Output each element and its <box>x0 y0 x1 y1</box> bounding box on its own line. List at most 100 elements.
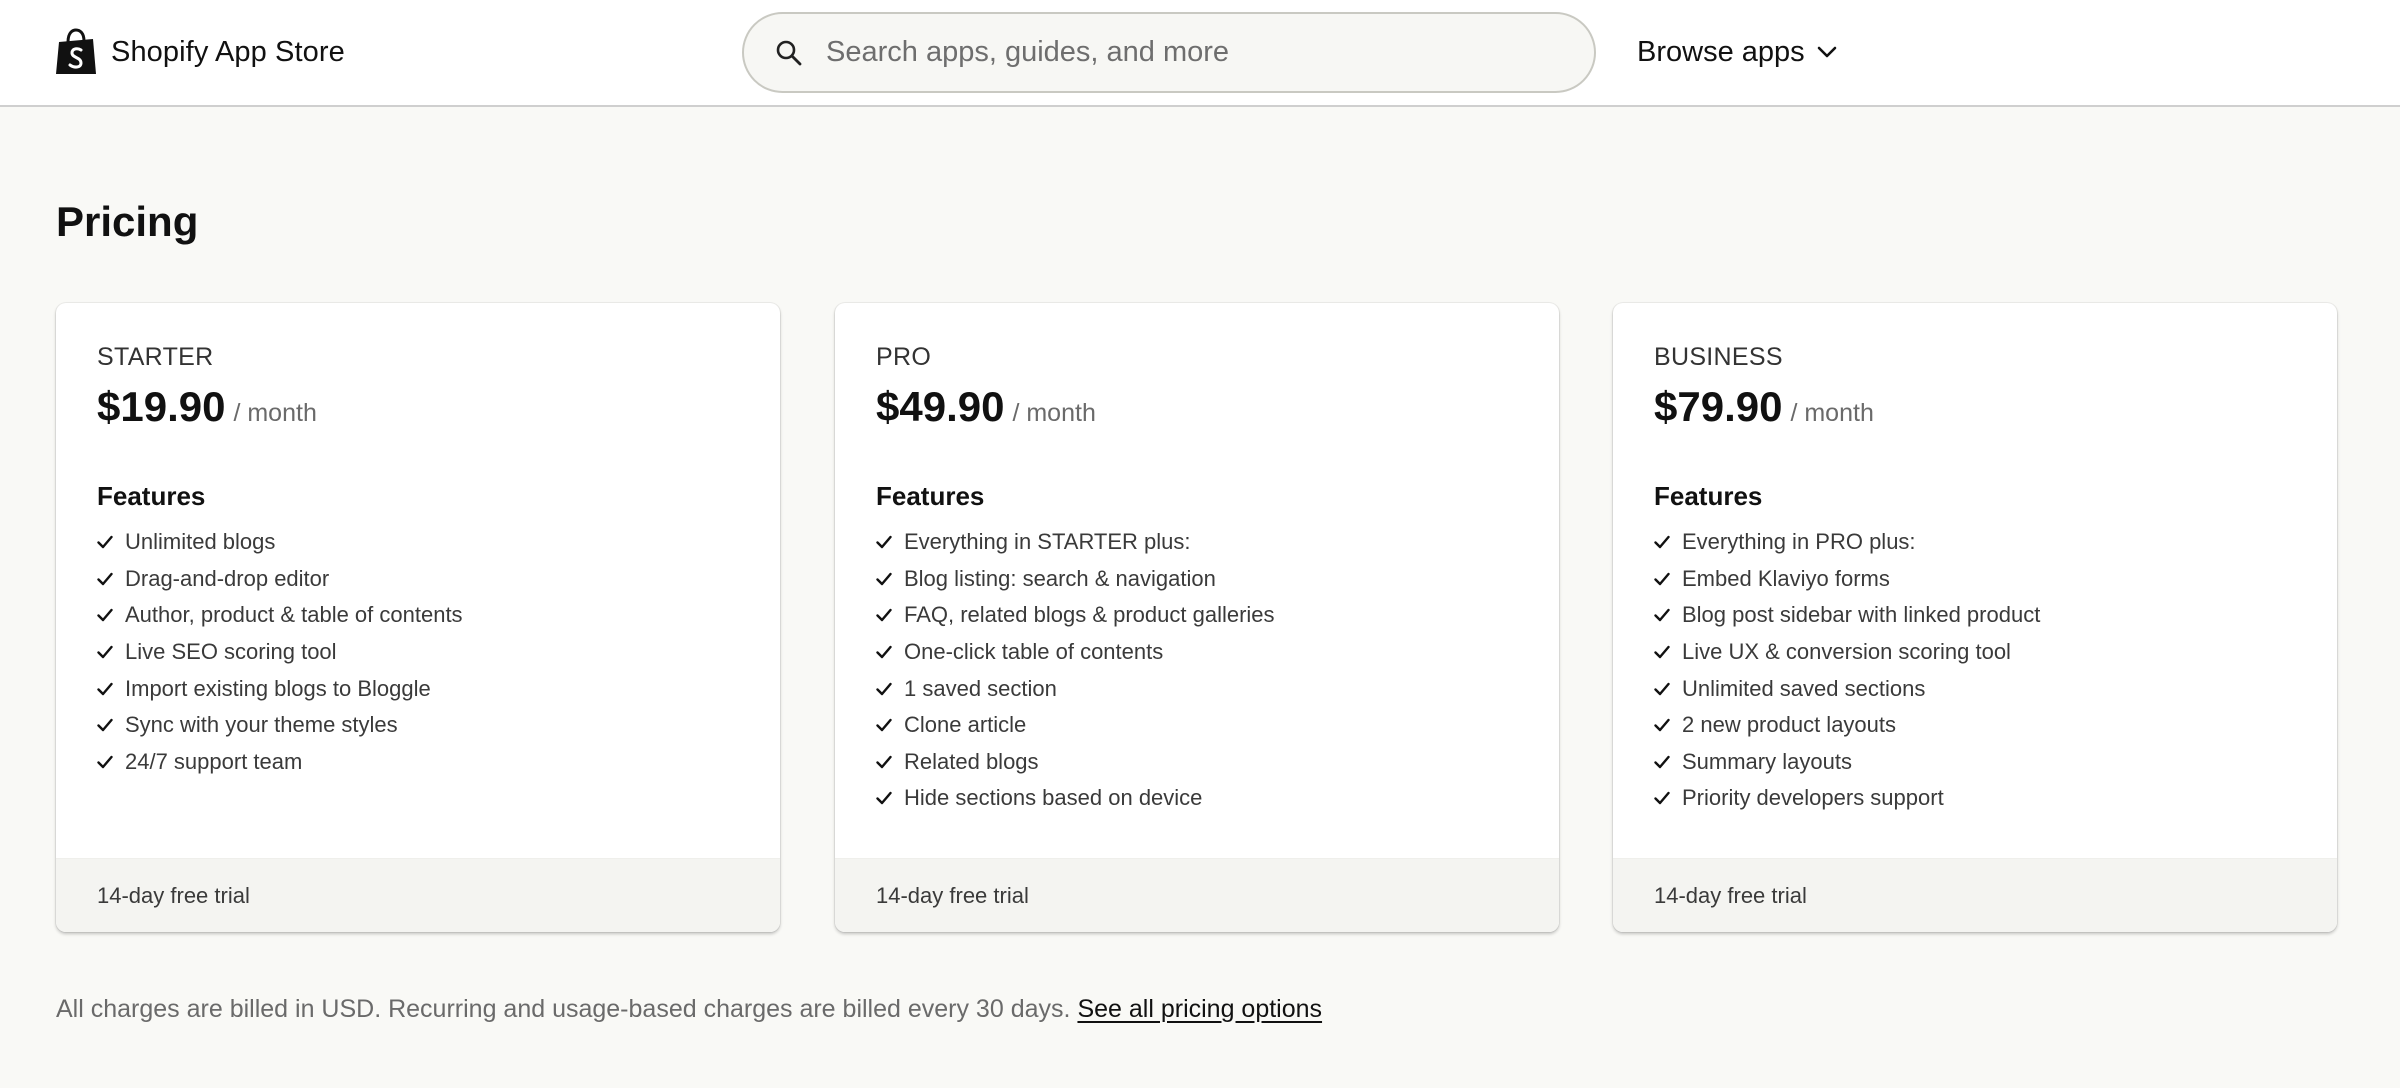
check-icon <box>97 755 113 769</box>
feature-item: Author, product & table of contents <box>97 597 750 634</box>
check-icon <box>1654 536 1670 549</box>
feature-list: Unlimited blogs Drag-and-drop editor Aut… <box>97 524 750 780</box>
feature-text: Unlimited blogs <box>125 529 276 555</box>
plan-name: BUSINESS <box>1654 343 1783 371</box>
feature-list: Everything in PRO plus: Embed Klaviyo fo… <box>1654 524 2307 817</box>
check-icon <box>1654 719 1670 732</box>
feature-text: Author, product & table of contents <box>125 602 463 628</box>
feature-text: Everything in PRO plus: <box>1682 529 1916 555</box>
check-icon <box>97 536 113 549</box>
feature-item: 24/7 support team <box>97 744 750 781</box>
features-heading: Features <box>1654 481 1763 511</box>
feature-item: Blog post sidebar with linked product <box>1654 597 2307 634</box>
feature-item: Unlimited saved sections <box>1654 670 2307 707</box>
features-heading: Features <box>876 481 985 511</box>
feature-item: Everything in PRO plus: <box>1654 524 2307 561</box>
check-icon <box>876 682 892 695</box>
brand-link[interactable]: Shopify App Store <box>55 26 345 78</box>
browse-apps-label: Browse apps <box>1637 35 1805 68</box>
price-row: $19.90 / month <box>97 383 750 431</box>
check-icon <box>1654 755 1670 769</box>
feature-text: Embed Klaviyo forms <box>1682 565 1890 591</box>
check-icon <box>97 719 113 732</box>
check-icon <box>876 572 892 586</box>
feature-text: Clone article <box>904 712 1027 738</box>
top-bar: Shopify App Store Browse apps <box>0 0 2400 107</box>
feature-item: Unlimited blogs <box>97 524 750 561</box>
feature-text: Hide sections based on device <box>904 785 1203 811</box>
check-icon <box>1654 682 1670 695</box>
feature-text: Blog listing: search & navigation <box>904 565 1216 591</box>
plan-card-footer: 14-day free trial <box>1613 858 2337 932</box>
feature-text: Everything in STARTER plus: <box>904 529 1191 555</box>
feature-item: Summary layouts <box>1654 744 2307 781</box>
feature-text: 24/7 support team <box>125 748 303 774</box>
price-row: $79.90 / month <box>1654 383 2307 431</box>
search-input[interactable] <box>826 22 1594 83</box>
check-icon <box>876 792 892 805</box>
plan-card-pro: PRO $49.90 / month Features Everything i… <box>835 303 1559 932</box>
feature-item: Sync with your theme styles <box>97 707 750 744</box>
plan-card-footer: 14-day free trial <box>835 858 1559 932</box>
feature-item: One-click table of contents <box>876 634 1529 671</box>
feature-text: Blog post sidebar with linked product <box>1682 602 2041 628</box>
check-icon <box>876 719 892 732</box>
feature-text: 1 saved section <box>904 675 1057 701</box>
check-icon <box>1654 609 1670 622</box>
plan-name: PRO <box>876 343 932 371</box>
check-icon <box>1654 572 1670 586</box>
check-icon <box>876 536 892 549</box>
plan-card-starter: STARTER $19.90 / month Features Unlimite… <box>56 303 780 932</box>
plan-price: $49.90 <box>876 383 1005 430</box>
browse-apps-button[interactable]: Browse apps <box>1637 30 1837 74</box>
feature-item: Live SEO scoring tool <box>97 634 750 671</box>
feature-item: Embed Klaviyo forms <box>1654 561 2307 598</box>
feature-text: Unlimited saved sections <box>1682 675 1926 701</box>
check-icon <box>876 609 892 622</box>
feature-item: FAQ, related blogs & product galleries <box>876 597 1529 634</box>
check-icon <box>97 572 113 586</box>
feature-text: Summary layouts <box>1682 748 1852 774</box>
feature-list: Everything in STARTER plus: Blog listing… <box>876 524 1529 817</box>
feature-text: Related blogs <box>904 748 1039 774</box>
feature-item: Priority developers support <box>1654 780 2307 817</box>
check-icon <box>97 682 113 695</box>
feature-item: Related blogs <box>876 744 1529 781</box>
free-trial-label: 14-day free trial <box>97 882 250 908</box>
plan-card-footer: 14-day free trial <box>56 858 780 932</box>
feature-item: 2 new product layouts <box>1654 707 2307 744</box>
feature-item: Everything in STARTER plus: <box>876 524 1529 561</box>
price-row: $49.90 / month <box>876 383 1529 431</box>
feature-text: Drag-and-drop editor <box>125 565 330 591</box>
plan-name: STARTER <box>97 343 214 371</box>
feature-text: Live SEO scoring tool <box>125 639 337 665</box>
feature-item: Hide sections based on device <box>876 780 1529 817</box>
plan-card-business: BUSINESS $79.90 / month Features Everyth… <box>1613 303 2337 932</box>
plan-period: / month <box>1012 399 1096 427</box>
feature-item: Live UX & conversion scoring tool <box>1654 634 2307 671</box>
check-icon <box>1654 645 1670 659</box>
page-title: Pricing <box>56 198 199 245</box>
plan-price: $19.90 <box>97 383 226 430</box>
check-icon <box>97 609 113 622</box>
brand-name: Shopify App Store <box>111 35 345 68</box>
plan-period: / month <box>1790 399 1874 427</box>
feature-item: Clone article <box>876 707 1529 744</box>
feature-item: 1 saved section <box>876 670 1529 707</box>
feature-text: FAQ, related blogs & product galleries <box>904 602 1275 628</box>
check-icon <box>97 645 113 659</box>
check-icon <box>876 645 892 659</box>
search-box[interactable] <box>742 12 1596 93</box>
chevron-down-icon <box>1817 46 1836 58</box>
feature-item: Import existing blogs to Bloggle <box>97 670 750 707</box>
see-all-pricing-link[interactable]: See all pricing options <box>1077 995 1322 1023</box>
free-trial-label: 14-day free trial <box>876 882 1029 908</box>
feature-text: One-click table of contents <box>904 639 1164 665</box>
feature-text: 2 new product layouts <box>1682 712 1897 738</box>
check-icon <box>1654 792 1670 805</box>
feature-text: Sync with your theme styles <box>125 712 398 738</box>
feature-text: Priority developers support <box>1682 785 1944 811</box>
shopify-bag-icon <box>56 28 96 74</box>
search-icon <box>776 40 802 65</box>
feature-item: Drag-and-drop editor <box>97 561 750 598</box>
